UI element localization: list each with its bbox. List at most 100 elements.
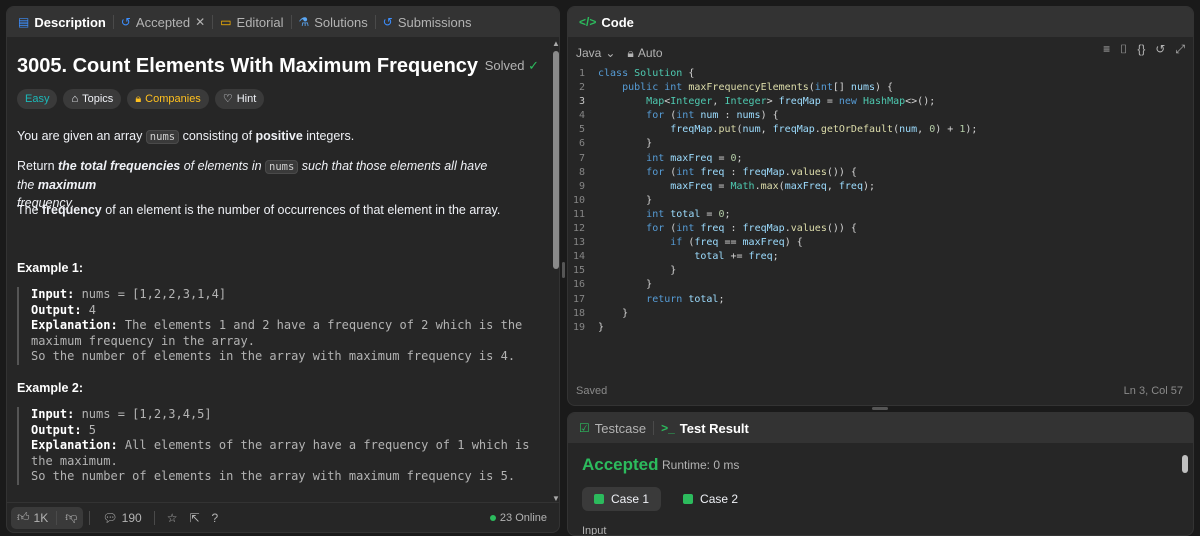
like-button[interactable]: 👍︎ 1K (11, 507, 54, 529)
output-label: Output: (31, 422, 82, 437)
tab-description[interactable]: ▤ Description (13, 15, 111, 30)
code-line[interactable]: 6 } (568, 137, 1193, 151)
horizontal-resize-handle[interactable] (872, 407, 888, 410)
history-icon: ↺ (382, 15, 393, 29)
code-line[interactable]: 16 } (568, 278, 1193, 292)
tab-label: Accepted (135, 14, 191, 30)
expand-icon[interactable]: ⤢ (1175, 42, 1185, 57)
solved-badge: Solved ✓ (485, 57, 539, 75)
case-2-tab[interactable]: Case 2 (671, 487, 750, 511)
bold-text: positive (255, 129, 303, 143)
text: of an element is the number of occurrenc… (101, 203, 501, 217)
line-source: } (598, 279, 653, 291)
code-line[interactable]: 1 class Solution { (568, 67, 1193, 81)
online-label: 23 Online (499, 511, 547, 524)
feedback-button[interactable]: ? (206, 507, 225, 529)
chip-label: Easy (25, 93, 50, 105)
tab-testcase[interactable]: ☑ Testcase (574, 421, 651, 436)
text: consisting of (179, 129, 256, 143)
code-line[interactable]: 17 return total; (568, 293, 1193, 307)
tab-accepted[interactable]: ↺ Accepted ✕ (116, 15, 210, 30)
bookmark-icon[interactable]: ⌷ (1120, 42, 1127, 57)
explanation-label: Explanation: (31, 318, 118, 333)
companies-chip[interactable]: 🔒︎ Companies (127, 89, 209, 109)
verdict-label: Accepted (582, 455, 659, 474)
tab-submissions[interactable]: ↺ Submissions (378, 15, 477, 30)
description-panel: ▤ Description ↺ Accepted ✕ ▭ Editorial ⚗… (6, 6, 560, 533)
line-number: 14 (572, 251, 585, 263)
scrollbar-thumb[interactable] (553, 51, 559, 269)
close-icon[interactable]: ✕ (195, 16, 205, 28)
code-line[interactable]: 3 Map<Integer, Integer> freqMap = new Ha… (568, 95, 1193, 109)
star-icon: ☆ (166, 510, 178, 525)
code-line[interactable]: 4 for (int num : nums) { (568, 109, 1193, 123)
code-line[interactable]: 14 total += freq; (568, 250, 1193, 264)
tab-label: Test Result (679, 420, 749, 436)
hint-chip[interactable]: ♡ Hint (214, 89, 265, 109)
vertical-resize-handle[interactable] (562, 262, 565, 278)
code-editor[interactable]: 1 class Solution {2 public int maxFrequen… (568, 67, 1193, 335)
code-line[interactable]: 2 public int maxFrequencyElements(int[] … (568, 81, 1193, 95)
chip-label: Hint (236, 93, 257, 105)
check-circle-icon: ✓ (528, 58, 539, 73)
code-line[interactable]: 8 for (int freq : freqMap.values()) { (568, 166, 1193, 180)
line-source: } (598, 307, 629, 319)
format-icon[interactable]: ≡ (1103, 42, 1110, 57)
line-number: 9 (578, 180, 585, 192)
tab-test-result[interactable]: >_ Test Result (656, 421, 754, 436)
chevron-down-icon: ⌄ (605, 46, 616, 60)
dislike-button[interactable]: 👎︎ (59, 507, 83, 529)
divider (212, 15, 214, 29)
runtime-label: Runtime: 0 ms (662, 458, 740, 472)
comments-button[interactable]: 💬︎ 190 (96, 507, 147, 529)
question-icon: ? (211, 510, 219, 525)
line-number: 1 (578, 68, 585, 79)
divider (653, 421, 655, 435)
case-1-tab[interactable]: Case 1 (582, 487, 662, 511)
book-icon: ▭ (220, 15, 232, 29)
code-line[interactable]: 15 } (568, 264, 1193, 278)
tab-solutions[interactable]: ⚗ Solutions (294, 15, 373, 30)
line-source: for (int num : nums) { (646, 110, 779, 122)
code-line[interactable]: 19} (568, 321, 1193, 335)
scroll-up-icon[interactable]: ▲ (552, 39, 559, 48)
line-number: 6 (578, 138, 585, 150)
line-source: return total; (646, 293, 725, 305)
check-icon (683, 494, 694, 504)
cursor-position: Ln 3, Col 57 (1123, 385, 1183, 397)
tab-editorial[interactable]: ▭ Editorial (215, 15, 288, 30)
input-label: Input: (31, 287, 75, 301)
code-line[interactable]: 10 } (568, 194, 1193, 208)
bold-text: the total frequencies (58, 159, 181, 173)
difficulty-chip: Easy (17, 89, 58, 109)
reset-icon[interactable]: ↺ (1155, 42, 1165, 57)
example-2-heading: Example 2: (17, 381, 84, 395)
code-panel: </> Code Java ⌄ 🔒︎ Auto ≡ ⌷ {} ↺ ⤢ 1 class … (567, 6, 1194, 406)
auto-mode-toggle[interactable]: 🔒︎ Auto (627, 46, 662, 61)
language-select[interactable]: Java ⌄ (576, 46, 615, 60)
code-line[interactable]: 13 if (freq == maxFreq) { (568, 236, 1193, 250)
tab-code[interactable]: </> Code (574, 15, 639, 30)
result-scrollbar[interactable] (1181, 449, 1189, 535)
share-button[interactable]: ⇱ (183, 507, 205, 529)
code-line[interactable]: 11 int total = 0; (568, 208, 1193, 222)
code-line[interactable]: 9 maxFreq = Math.max(maxFreq, freq); (568, 180, 1193, 194)
topics-chip[interactable]: ⌂ Topics (63, 89, 122, 109)
thumbs-down-icon: 👎︎ (65, 510, 78, 524)
code-line[interactable]: 18 } (568, 307, 1193, 321)
braces-icon[interactable]: {} (1137, 42, 1145, 57)
explanation-label: Explanation: (31, 438, 118, 453)
favorite-button[interactable]: ☆ (161, 507, 184, 529)
example-1-block: Input: nums = [1,2,2,3,1,4] Output: 4 Ex… (17, 287, 547, 365)
code-line[interactable]: 7 int maxFreq = 0; (568, 152, 1193, 166)
description-scrollbar[interactable]: ▲ ▼ (551, 37, 559, 507)
code-line[interactable]: 12 for (int freq : freqMap.values()) { (568, 222, 1193, 236)
history-icon: ↺ (120, 15, 131, 29)
problem-description: 3005. Count Elements With Maximum Freque… (17, 37, 547, 503)
line-number: 8 (578, 166, 585, 178)
thumbs-up-icon: 👍︎ (17, 510, 30, 524)
scrollbar-thumb[interactable] (1182, 455, 1188, 473)
checkbox-icon: ☑ (579, 421, 590, 435)
code-line[interactable]: 5 freqMap.put(num, freqMap.getOrDefault(… (568, 123, 1193, 137)
code-tabbar: </> Code (568, 7, 1193, 37)
